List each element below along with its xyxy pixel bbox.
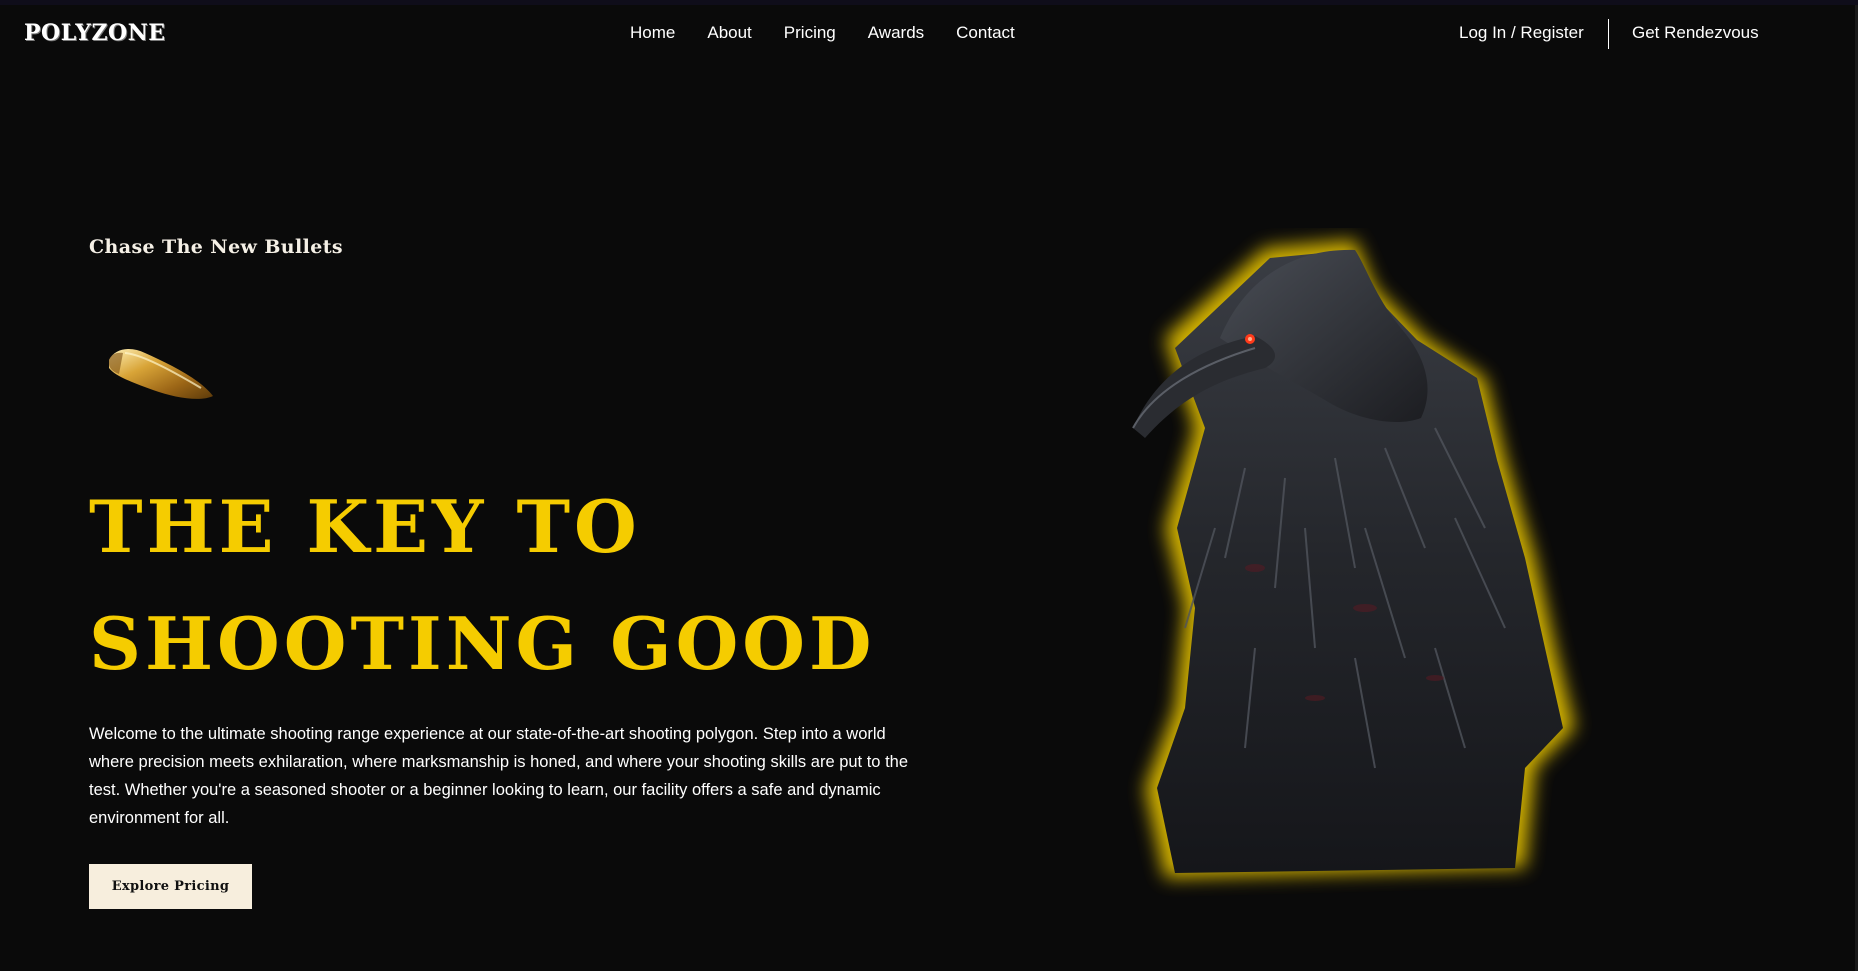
bullet-icon — [101, 340, 221, 420]
nav-link-about[interactable]: About — [707, 23, 751, 43]
brand-logo[interactable]: POLYZONE — [24, 20, 166, 46]
get-rendezvous-link[interactable]: Get Rendezvous — [1632, 23, 1759, 43]
hero-headline: THE KEY TO SHOOTING GOOD — [89, 468, 949, 702]
explore-pricing-button[interactable]: Explore Pricing — [89, 864, 252, 909]
navbar: POLYZONE Home About Pricing Awards Conta… — [0, 5, 1858, 65]
hero-tagline: Chase The New Bullets — [89, 236, 343, 258]
nav-link-awards[interactable]: Awards — [868, 23, 924, 43]
nav-link-pricing[interactable]: Pricing — [784, 23, 836, 43]
nav-link-contact[interactable]: Contact — [956, 23, 1015, 43]
hero-raven-image — [1105, 228, 1665, 898]
hero-headline-line-2: SHOOTING GOOD — [89, 601, 876, 686]
hero-headline-line-1: THE KEY TO — [89, 484, 641, 569]
hero-content: Chase The New Bullets THE KEY TO SHOOTIN… — [89, 236, 909, 909]
nav-link-home[interactable]: Home — [630, 23, 675, 43]
nav-actions: Log In / Register Get Rendezvous — [1438, 17, 1858, 53]
hero-description: Welcome to the ultimate shooting range e… — [89, 725, 909, 827]
main-nav: Home About Pricing Awards Contact — [630, 23, 1047, 43]
landing-page: POLYZONE Home About Pricing Awards Conta… — [0, 0, 1858, 971]
login-register-link[interactable]: Log In / Register — [1459, 23, 1584, 43]
nav-divider — [1608, 19, 1609, 49]
